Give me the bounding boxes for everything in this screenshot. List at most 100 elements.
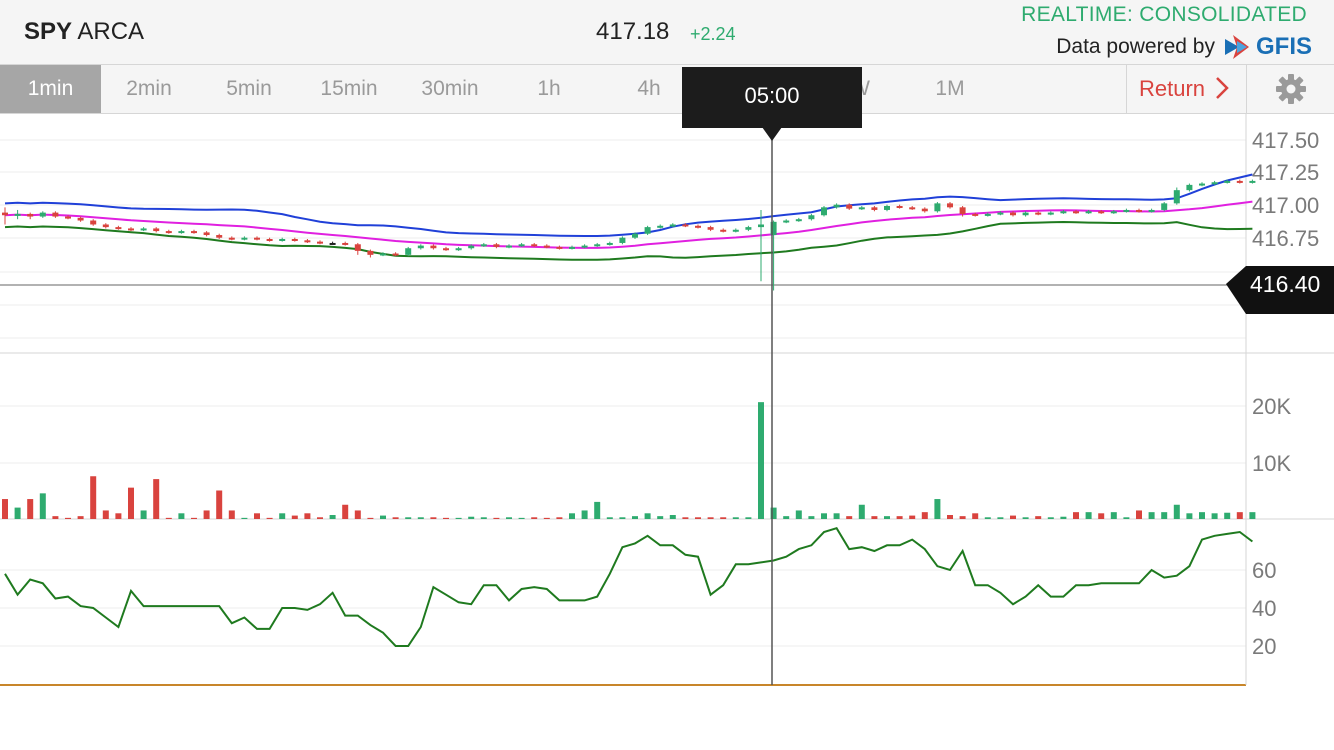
volume-bar — [65, 517, 71, 519]
volume-bar — [846, 516, 853, 519]
candle-body — [594, 244, 601, 247]
rsi-line — [4, 527, 1254, 647]
volume-bar — [380, 515, 386, 519]
candle-body — [518, 244, 525, 247]
candle-body — [493, 244, 500, 247]
candle-body — [669, 224, 676, 227]
candle-body — [380, 253, 386, 256]
volume-bar — [972, 513, 979, 519]
candle-body — [153, 228, 160, 232]
candle-body — [1161, 203, 1168, 210]
volume-bar — [77, 516, 84, 519]
axis-tick-label: 40 — [1252, 596, 1276, 621]
volume-bar — [354, 510, 361, 519]
axis-tick-label: 417.00 — [1252, 193, 1319, 218]
volume-bar — [241, 517, 248, 519]
volume-bar — [644, 513, 651, 519]
axis-tick-label: 60 — [1252, 558, 1276, 583]
candle-body — [1136, 209, 1142, 212]
candle-body — [531, 244, 538, 247]
candle-body — [1060, 211, 1067, 214]
candle-body — [417, 245, 424, 249]
volume-bar — [581, 510, 588, 519]
candle-body — [871, 207, 878, 210]
volume-bar — [329, 515, 336, 519]
volume-bar — [1186, 513, 1193, 519]
candle-body — [455, 248, 462, 251]
volume-bar — [606, 517, 613, 519]
price-tag-label: 416.40 — [1250, 271, 1320, 297]
volume-bar — [1199, 512, 1205, 519]
volume-bar — [695, 517, 701, 519]
volume-bar — [921, 512, 928, 519]
candle-body — [808, 215, 815, 220]
candle-body — [1035, 212, 1042, 215]
rsi-panel — [4, 527, 1254, 647]
volume-bar — [165, 517, 172, 519]
candle-body — [997, 212, 1004, 215]
volume-bar — [342, 504, 349, 519]
volume-bar — [52, 516, 59, 519]
candle-body — [291, 239, 298, 241]
volume-bar — [39, 493, 46, 519]
volume-bar — [833, 513, 840, 519]
volume-bar — [758, 402, 764, 519]
bollinger-bands — [4, 173, 1253, 261]
volume-bar — [203, 510, 210, 519]
candle-body — [632, 233, 638, 238]
candle-body — [254, 237, 260, 240]
volume-bar — [619, 517, 626, 519]
volume-bar — [1085, 512, 1092, 519]
volume-bar — [279, 513, 286, 519]
volume-axis: 20K 10K — [1252, 394, 1291, 476]
volume-bar — [317, 517, 323, 519]
candle-body — [1148, 209, 1155, 212]
volume-bar — [468, 516, 475, 519]
volume-bar — [745, 517, 752, 519]
volume-bar — [871, 516, 878, 519]
axis-tick-label: 10K — [1252, 451, 1291, 476]
axis-tick-label: 20 — [1252, 634, 1276, 659]
volume-bar — [191, 517, 197, 519]
candle-body — [959, 207, 966, 214]
bollinger-lower — [4, 220, 1253, 261]
candle-body — [317, 241, 323, 244]
candle-body — [1249, 180, 1256, 183]
volume-bar — [1249, 512, 1256, 519]
volume-bar — [1173, 504, 1180, 519]
volume-bar — [783, 516, 790, 519]
candle-body — [569, 246, 575, 249]
candle-body — [821, 207, 827, 216]
volume-bar — [808, 516, 815, 519]
candle-body — [884, 206, 890, 210]
candle-body — [140, 228, 147, 231]
volume-bar — [594, 501, 601, 519]
candle-body — [392, 253, 399, 256]
volume-bar — [884, 516, 890, 519]
volume-bar — [367, 517, 374, 519]
volume-bar — [128, 487, 134, 519]
chart-canvas[interactable]: 417.50 417.25 417.00 416.75 20K 10K 60 40 20 4… — [0, 0, 1334, 750]
candle-body — [1211, 182, 1218, 185]
candle-body — [115, 227, 122, 230]
candle-body — [443, 248, 449, 251]
candle-body — [934, 203, 941, 212]
candle-body — [14, 213, 21, 216]
volume-bar — [518, 517, 525, 519]
candle-body — [984, 213, 991, 216]
volume-bar — [657, 516, 664, 519]
volume-bar — [1060, 516, 1067, 519]
volume-bar — [669, 515, 676, 519]
candle-body — [581, 245, 588, 248]
candle-body — [1199, 183, 1205, 186]
volume-bar — [997, 517, 1004, 519]
candle-body — [833, 204, 840, 208]
candle-body — [921, 208, 928, 212]
volume-bar — [392, 517, 399, 519]
candle-body — [682, 224, 689, 227]
candle-body — [846, 204, 853, 209]
candle-body — [947, 203, 953, 208]
axis-tick-label: 20K — [1252, 394, 1291, 419]
candle-body — [2, 212, 8, 216]
candle-body — [367, 250, 374, 255]
